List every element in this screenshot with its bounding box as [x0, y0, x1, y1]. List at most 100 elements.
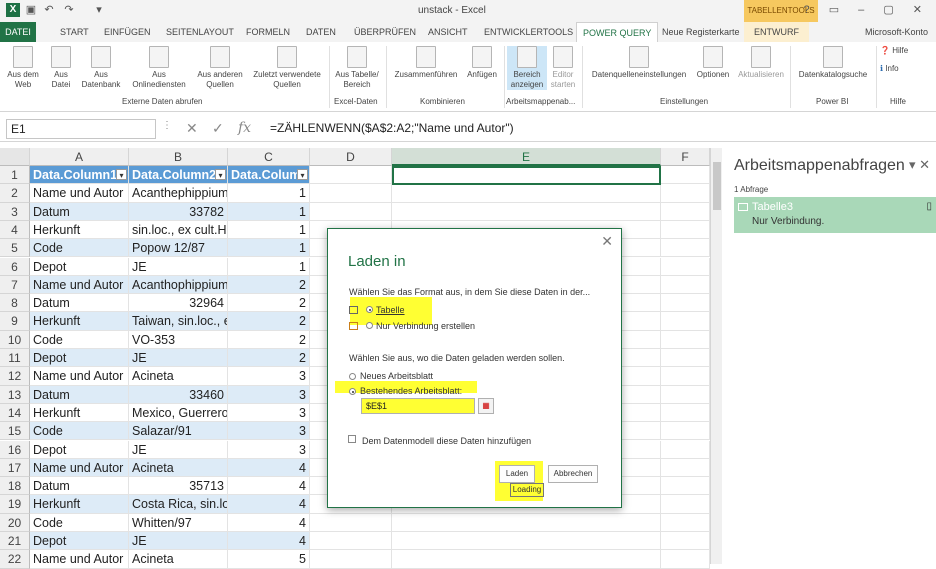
column-header-c[interactable]: C: [228, 148, 310, 166]
table-cell[interactable]: Code: [30, 239, 129, 258]
name-box[interactable]: E1: [6, 119, 156, 139]
table-cell[interactable]: Depot: [30, 257, 129, 276]
tab-start[interactable]: START: [60, 22, 89, 42]
query-name[interactable]: Tabelle3: [752, 201, 793, 213]
empty-cell[interactable]: [661, 275, 710, 295]
table-cell[interactable]: 35713: [129, 477, 228, 496]
table-cell[interactable]: Herkunft: [30, 312, 129, 331]
range-picker-icon[interactable]: ▦: [478, 398, 494, 414]
row-header[interactable]: 21: [0, 532, 30, 551]
table-cell[interactable]: 4: [228, 458, 310, 478]
empty-cell[interactable]: [392, 202, 661, 221]
table-cell[interactable]: 32964: [129, 294, 228, 313]
table-cell[interactable]: JE: [129, 349, 228, 368]
redo-icon[interactable]: ↷: [62, 3, 76, 17]
tab-ansicht[interactable]: ANSICHT: [428, 22, 468, 42]
undo-icon[interactable]: ↶: [42, 3, 56, 17]
table-header-cell[interactable]: Data.Colum: [228, 166, 310, 185]
close-icon[interactable]: ▾ ✕: [909, 157, 930, 173]
tab-neue-registerkarte[interactable]: Neue Registerkarte: [662, 22, 740, 42]
table-cell[interactable]: Salazar/91: [129, 422, 228, 441]
empty-cell[interactable]: [661, 220, 710, 240]
aus-datenbank-button[interactable]: Aus Datenbank: [78, 46, 124, 90]
table-cell[interactable]: Name und Autor: [30, 275, 129, 295]
table-cell[interactable]: Datum: [30, 385, 129, 404]
window-controls[interactable]: ? ▭ – ▢ ✕: [804, 3, 930, 16]
optionen-button[interactable]: Optionen: [692, 46, 734, 80]
table-cell[interactable]: 3: [228, 422, 310, 441]
formula-input[interactable]: =ZÄHLENWENN($A$2:A2;"Name und Autor"): [270, 121, 514, 135]
table-cell[interactable]: 4: [228, 495, 310, 514]
column-header-a[interactable]: A: [30, 148, 129, 166]
row-header[interactable]: 6: [0, 257, 30, 276]
table-cell[interactable]: Herkunft: [30, 403, 129, 423]
empty-cell[interactable]: [661, 422, 710, 441]
zusammenfuehren-button[interactable]: Zusammenführen: [390, 46, 462, 80]
row-header[interactable]: 20: [0, 513, 30, 532]
row-header[interactable]: 8: [0, 294, 30, 313]
aus-onlinediensten-button[interactable]: Aus Onlinediensten: [128, 46, 190, 90]
row-header[interactable]: 15: [0, 422, 30, 441]
datenkatalogsuche-button[interactable]: Datenkatalogsuche: [794, 46, 872, 80]
column-header-d[interactable]: D: [310, 148, 392, 166]
table-cell[interactable]: Datum: [30, 477, 129, 496]
row-header[interactable]: 22: [0, 550, 30, 569]
save-icon[interactable]: ▣: [24, 3, 38, 17]
close-icon[interactable]: ✕: [601, 233, 613, 250]
table-cell[interactable]: Depot: [30, 440, 129, 459]
row-header[interactable]: 9: [0, 312, 30, 331]
column-header-f[interactable]: F: [661, 148, 710, 166]
table-cell[interactable]: 1: [228, 202, 310, 221]
empty-cell[interactable]: [661, 349, 710, 368]
empty-cell[interactable]: [310, 513, 392, 532]
empty-cell[interactable]: [661, 532, 710, 551]
bereich-anzeigen-button[interactable]: Bereich anzeigen: [507, 46, 547, 90]
empty-cell[interactable]: [661, 513, 710, 532]
datenquelleneinstellungen-button[interactable]: Datenquelleneinstellungen: [586, 46, 692, 80]
empty-cell[interactable]: [661, 440, 710, 459]
table-cell[interactable]: 4: [228, 532, 310, 551]
empty-cell[interactable]: [392, 513, 661, 532]
empty-cell[interactable]: [661, 239, 710, 258]
confirm-icon[interactable]: ✓: [212, 120, 224, 137]
insert-function-icon[interactable]: fx: [238, 120, 251, 136]
row-header[interactable]: 11: [0, 349, 30, 368]
table-cell[interactable]: Name und Autor: [30, 184, 129, 203]
table-cell[interactable]: 1: [228, 257, 310, 276]
empty-cell[interactable]: [392, 184, 661, 203]
table-cell[interactable]: Costa Rica, sin.loc: [129, 495, 228, 514]
table-cell[interactable]: 1: [228, 220, 310, 240]
tab-entwurf[interactable]: ENTWURF: [744, 22, 809, 42]
table-cell[interactable]: 2: [228, 330, 310, 349]
empty-cell[interactable]: [661, 550, 710, 569]
query-item[interactable]: Tabelle3 Nur Verbindung. ▯: [734, 197, 936, 233]
table-cell[interactable]: 3: [228, 440, 310, 459]
option-nur-verbindung-label[interactable]: Nur Verbindung erstellen: [376, 321, 475, 331]
table-cell[interactable]: 1: [228, 239, 310, 258]
empty-cell[interactable]: [310, 532, 392, 551]
tab-entwicklertools[interactable]: ENTWICKLERTOOLS: [484, 22, 573, 42]
tab-ueberpruefen[interactable]: ÜBERPRÜFEN: [354, 22, 416, 42]
row-header[interactable]: 18: [0, 477, 30, 496]
table-cell[interactable]: Acineta: [129, 367, 228, 386]
table-cell[interactable]: Popow 12/87: [129, 239, 228, 258]
empty-cell[interactable]: [661, 312, 710, 331]
empty-cell[interactable]: [310, 184, 392, 203]
empty-cell[interactable]: [661, 477, 710, 496]
empty-cell[interactable]: [661, 257, 710, 276]
table-header-cell[interactable]: Data.Column2: [129, 166, 228, 185]
tab-formeln[interactable]: FORMELN: [246, 22, 290, 42]
table-cell[interactable]: 2: [228, 349, 310, 368]
row-header[interactable]: 19: [0, 495, 30, 514]
scrollbar-thumb[interactable]: [713, 162, 721, 210]
empty-cell[interactable]: [661, 184, 710, 203]
zuletzt-verwendete-button[interactable]: Zuletzt verwendete Quellen: [248, 46, 326, 90]
table-cell[interactable]: JE: [129, 440, 228, 459]
empty-cell[interactable]: [392, 550, 661, 569]
table-cell[interactable]: 2: [228, 294, 310, 313]
row-header[interactable]: 14: [0, 403, 30, 423]
abbrechen-button[interactable]: Abbrechen: [548, 465, 598, 483]
row-header[interactable]: 4: [0, 220, 30, 240]
empty-cell[interactable]: [310, 550, 392, 569]
aus-tabelle-button[interactable]: Aus Tabelle/ Bereich: [332, 46, 382, 90]
